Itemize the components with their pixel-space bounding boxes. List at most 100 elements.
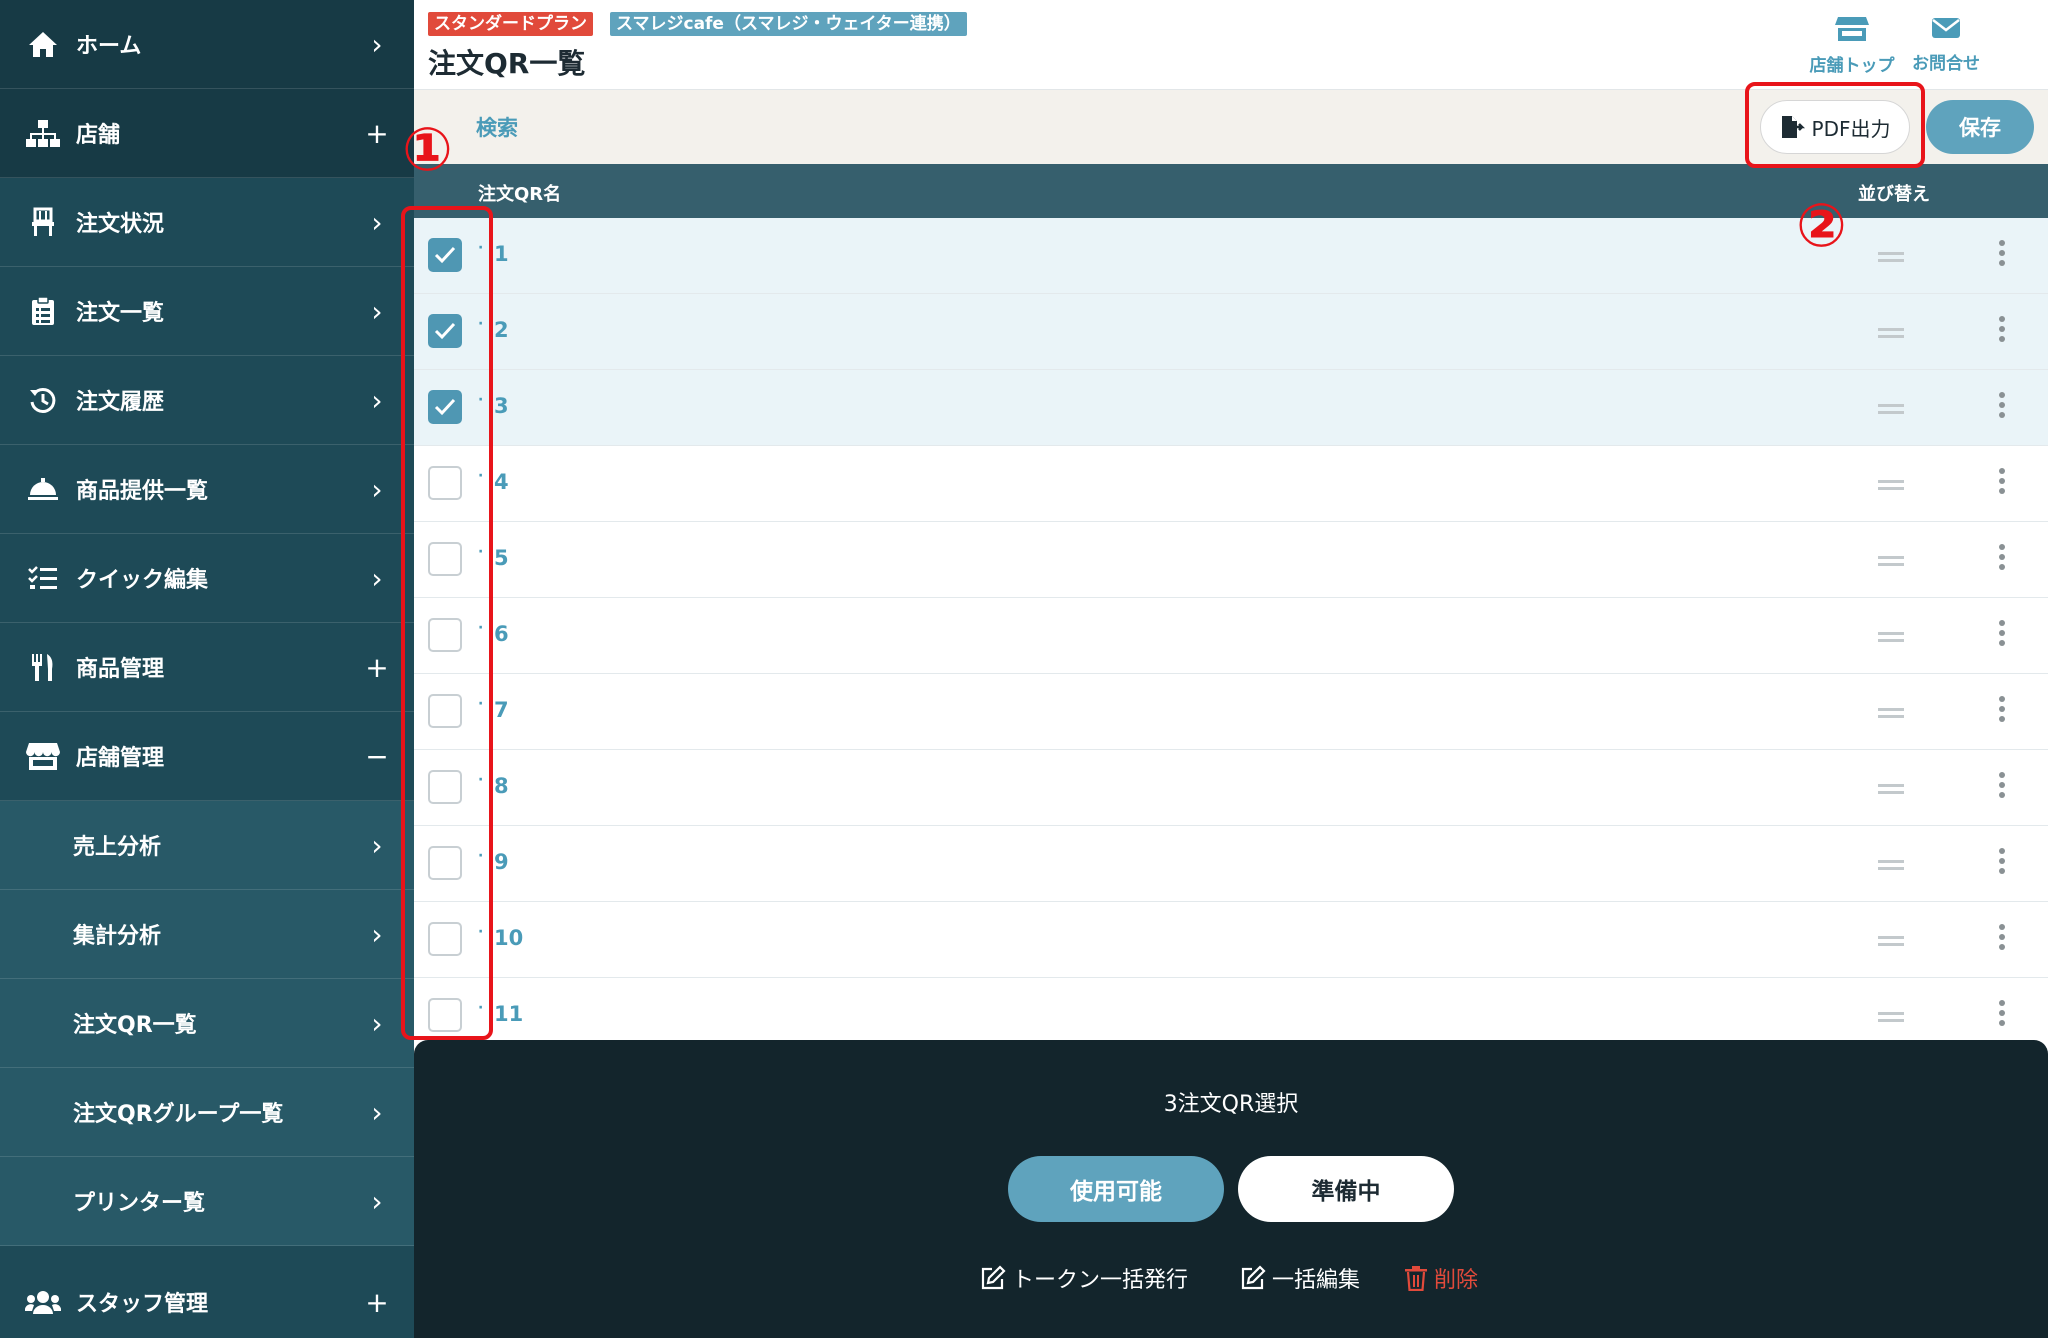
drag-handle-icon[interactable] xyxy=(1878,328,1904,342)
sidebar-item-label: 注文QR一覧 xyxy=(73,1013,197,1038)
users-icon xyxy=(24,1283,62,1321)
qr-name-link[interactable]: 2 xyxy=(494,318,509,342)
more-options-icon[interactable] xyxy=(1999,772,2007,802)
more-options-icon[interactable] xyxy=(1999,316,2007,346)
sidebar-item-aggregate-analysis[interactable]: 集計分析 › xyxy=(0,890,414,979)
more-options-icon[interactable] xyxy=(1999,240,2007,270)
service-bell-icon xyxy=(24,470,62,508)
save-button[interactable]: 保存 xyxy=(1926,100,2034,154)
plus-icon: + xyxy=(365,650,389,684)
more-options-icon[interactable] xyxy=(1999,848,2007,878)
more-options-icon[interactable] xyxy=(1999,468,2007,498)
sidebar-item-label: 店舗 xyxy=(76,123,121,148)
qr-name-link[interactable]: 6 xyxy=(494,622,509,646)
sidebar-item-store-management[interactable]: 店舗管理 − xyxy=(0,712,414,801)
annotation-box-pdf xyxy=(1745,82,1925,168)
sidebar-item-order-status[interactable]: 注文状況 › xyxy=(0,178,414,267)
page-title: 注文QR一覧 xyxy=(428,47,586,80)
bulk-edit-label: 一括編集 xyxy=(1272,1268,1361,1293)
sidebar-item-order-qr-list[interactable]: 注文QR一覧 › xyxy=(0,979,414,1068)
drag-handle-icon[interactable] xyxy=(1878,860,1904,874)
qr-name-link[interactable]: 4 xyxy=(494,470,509,494)
qr-name-link[interactable]: 11 xyxy=(494,1002,523,1026)
store-top-link[interactable]: 店舗トップ xyxy=(1802,16,1902,76)
qr-name-link[interactable]: 3 xyxy=(494,394,509,418)
table-row[interactable]: · 10 xyxy=(414,902,2048,978)
more-options-icon[interactable] xyxy=(1999,392,2007,422)
contact-link[interactable]: お問合せ xyxy=(1896,16,1996,74)
sidebar-item-quick-edit[interactable]: クイック編集 › xyxy=(0,534,414,623)
sidebar-item-sales-analysis[interactable]: 売上分析 › xyxy=(0,801,414,890)
bulk-action-panel: 3注文QR選択 使用可能 準備中 トークン一括発行 一括編集 削除 xyxy=(414,1040,2048,1338)
sidebar-item-order-list[interactable]: 注文一覧 › xyxy=(0,267,414,356)
table-row[interactable]: · 7 xyxy=(414,674,2048,750)
table-row[interactable]: · 4 xyxy=(414,446,2048,522)
more-options-icon[interactable] xyxy=(1999,1000,2007,1030)
sidebar-item-label: 注文履歴 xyxy=(76,390,165,415)
table-row[interactable]: · 5 xyxy=(414,522,2048,598)
search-toggle[interactable]: 検索 xyxy=(476,112,518,142)
sidebar-item-store[interactable]: 店舗 + xyxy=(0,89,414,178)
set-preparing-button[interactable]: 準備中 xyxy=(1238,1156,1454,1222)
annotation-marker-2: ② xyxy=(1796,191,1847,261)
qr-name-link[interactable]: 10 xyxy=(494,926,523,950)
store-icon xyxy=(24,737,62,775)
edit-icon xyxy=(1241,1265,1266,1290)
sidebar-item-serve-list[interactable]: 商品提供一覧 › xyxy=(0,445,414,534)
store-icon xyxy=(1802,16,1902,47)
sidebar-item-home[interactable]: ホーム › xyxy=(0,0,414,89)
drag-handle-icon[interactable] xyxy=(1878,784,1904,798)
trash-icon xyxy=(1405,1266,1427,1291)
sidebar-item-order-qr-group-list[interactable]: 注文QRグループ一覧 › xyxy=(0,1068,414,1157)
drag-handle-icon[interactable] xyxy=(1878,708,1904,722)
drag-handle-icon[interactable] xyxy=(1878,556,1904,570)
column-header-name: 注文QR名 xyxy=(478,184,562,205)
table-row[interactable]: · 3 xyxy=(414,370,2048,446)
table-row[interactable]: · 8 xyxy=(414,750,2048,826)
sidebar-item-printer-list[interactable]: プリンター覧 › xyxy=(0,1157,414,1246)
sidebar-item-label: スタッフ管理 xyxy=(76,1292,209,1317)
chevron-right-icon: › xyxy=(371,917,383,951)
qr-name-link[interactable]: 7 xyxy=(494,698,509,722)
chevron-right-icon: › xyxy=(371,561,383,595)
store-badge: スマレジcafe（スマレジ・ウェイター連携） xyxy=(610,12,967,36)
chevron-right-icon: › xyxy=(371,1006,383,1040)
sidebar-item-label: クイック編集 xyxy=(76,568,209,593)
qr-table-body: · 1 · 2 · 3 · 4 · 5 · 6 · 7 · 8 · 9 · 10… xyxy=(414,218,2048,1040)
chevron-right-icon: › xyxy=(371,205,383,239)
drag-handle-icon[interactable] xyxy=(1878,404,1904,418)
set-available-button[interactable]: 使用可能 xyxy=(1008,1156,1224,1222)
drag-handle-icon[interactable] xyxy=(1878,480,1904,494)
sidebar-item-order-history[interactable]: 注文履歴 › xyxy=(0,356,414,445)
drag-handle-icon[interactable] xyxy=(1878,1012,1904,1026)
plan-badge: スタンダードプラン xyxy=(428,12,593,36)
chevron-right-icon: › xyxy=(371,383,383,417)
qr-name-link[interactable]: 5 xyxy=(494,546,509,570)
sidebar: ホーム › 店舗 + 注文状況 › 注文一覧 › 注文履歴 › 商品提供一覧 › xyxy=(0,0,414,1338)
drag-handle-icon[interactable] xyxy=(1878,632,1904,646)
table-row[interactable]: · 11 xyxy=(414,978,2048,1040)
table-row[interactable]: · 2 xyxy=(414,294,2048,370)
delete-link[interactable]: 削除 xyxy=(1404,1262,1478,1294)
qr-name-link[interactable]: 9 xyxy=(494,850,509,874)
plus-icon: + xyxy=(365,116,389,150)
sidebar-item-staff-management[interactable]: スタッフ管理 + xyxy=(0,1258,414,1338)
list-check-icon xyxy=(24,559,62,597)
more-options-icon[interactable] xyxy=(1999,620,2007,650)
bulk-edit-link[interactable]: 一括編集 xyxy=(1240,1262,1360,1294)
table-row[interactable]: · 6 xyxy=(414,598,2048,674)
bulk-token-issue-link[interactable]: トークン一括発行 xyxy=(980,1262,1188,1294)
more-options-icon[interactable] xyxy=(1999,544,2007,574)
chair-icon xyxy=(24,203,62,241)
delete-label: 削除 xyxy=(1434,1268,1479,1293)
more-options-icon[interactable] xyxy=(1999,696,2007,726)
drag-handle-icon[interactable] xyxy=(1878,252,1904,266)
drag-handle-icon[interactable] xyxy=(1878,936,1904,950)
sidebar-item-product-management[interactable]: 商品管理 + xyxy=(0,623,414,712)
column-header-sort: 並び替え xyxy=(1858,184,1930,205)
qr-name-link[interactable]: 8 xyxy=(494,774,509,798)
more-options-icon[interactable] xyxy=(1999,924,2007,954)
sidebar-item-label: プリンター覧 xyxy=(73,1191,206,1216)
table-row[interactable]: · 9 xyxy=(414,826,2048,902)
qr-name-link[interactable]: 1 xyxy=(494,242,509,266)
